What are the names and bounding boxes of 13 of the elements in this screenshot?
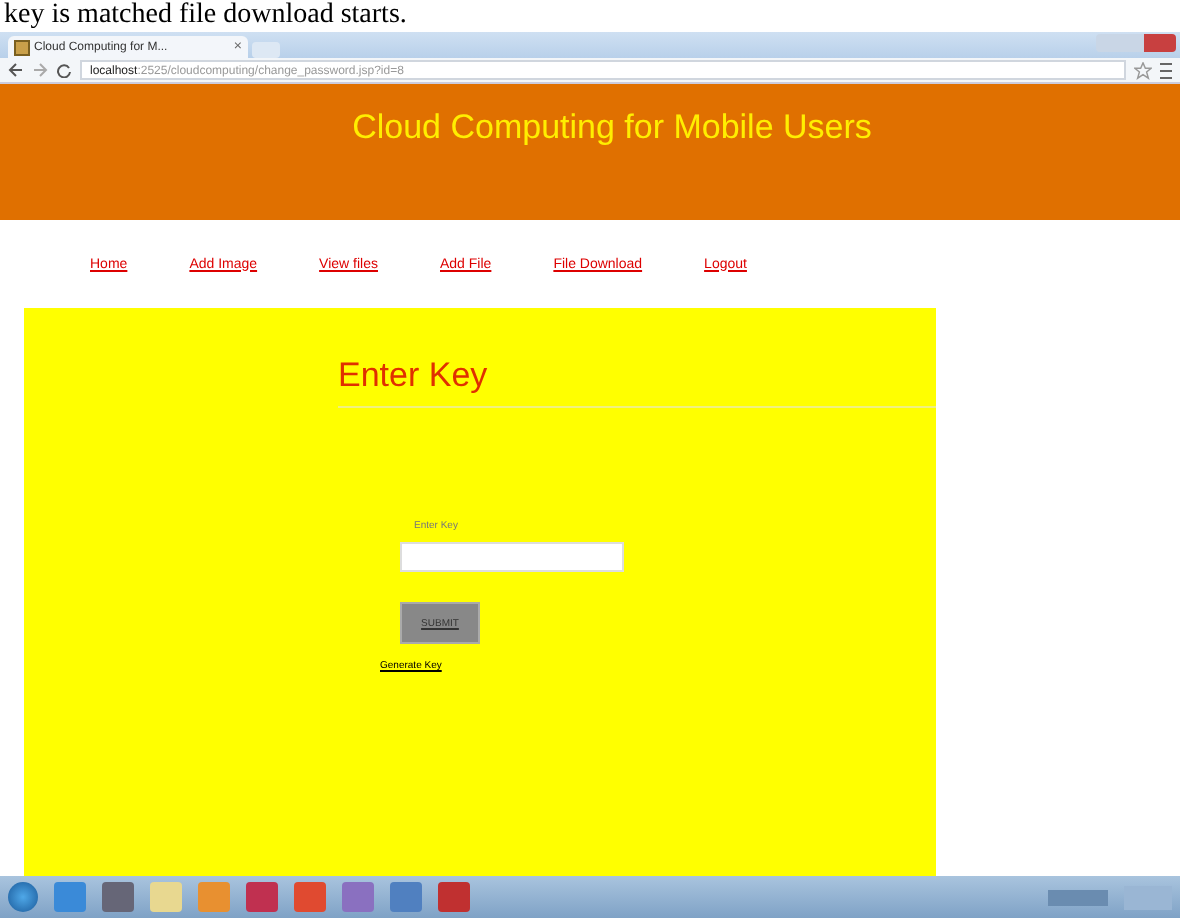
star-icon[interactable]	[1134, 61, 1152, 79]
new-tab-button[interactable]	[252, 42, 280, 58]
window-controls[interactable]	[1096, 34, 1176, 52]
page-icon	[14, 39, 30, 55]
key-input-field[interactable]	[400, 542, 624, 572]
form-heading: Enter Key	[338, 356, 936, 408]
caption-text: key is matched file download starts.	[2, 0, 409, 32]
start-button[interactable]	[8, 882, 38, 912]
back-icon[interactable]	[8, 62, 24, 78]
reload-icon[interactable]	[56, 62, 72, 78]
forward-icon[interactable]	[32, 62, 48, 78]
site-title: Cloud Computing for Mobile Users	[350, 108, 872, 148]
menu-icon[interactable]	[1160, 61, 1172, 79]
